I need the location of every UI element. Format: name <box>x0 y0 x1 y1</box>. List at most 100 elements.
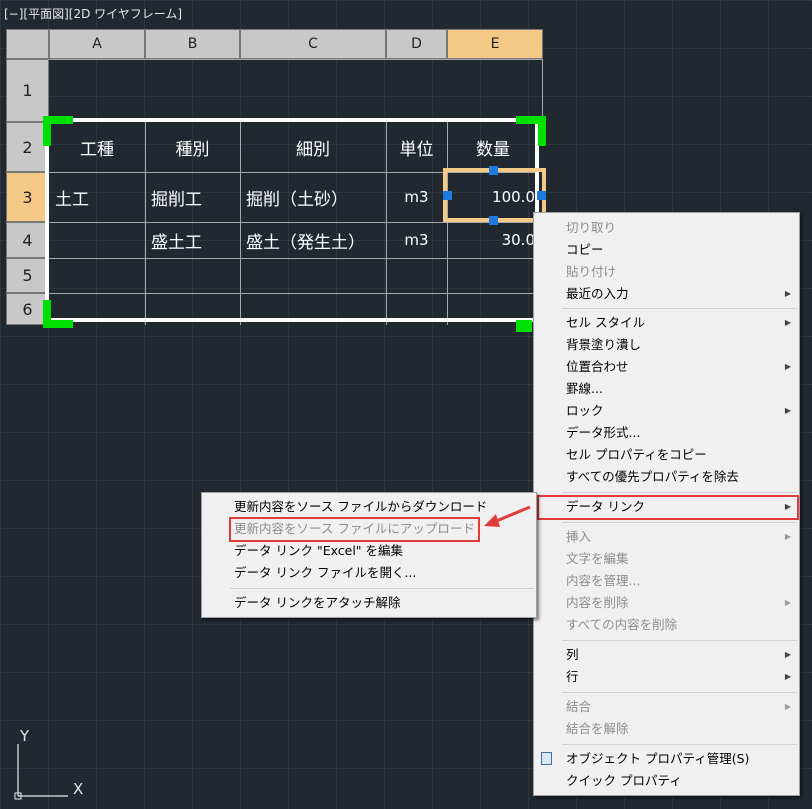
column-header-b[interactable]: B <box>145 29 240 59</box>
menu-separator <box>562 492 797 493</box>
table-cell[interactable] <box>55 222 145 258</box>
table-grip-bottom-right[interactable] <box>516 320 532 332</box>
context-menu-item-14[interactable]: 文字を編集 <box>534 548 799 570</box>
table-cell[interactable]: m3 <box>386 222 447 258</box>
context-menu-item-17[interactable]: すべての内容を削除 <box>534 614 799 636</box>
cell-grip-right[interactable] <box>537 191 546 200</box>
sheet-corner <box>6 29 49 59</box>
menu-item-label: データ リンク ファイルを開く... <box>234 565 417 580</box>
menu-item-label: データ リンク <box>566 499 645 514</box>
menu-item-label: 更新内容をソース ファイルにアップロード <box>234 521 475 536</box>
ucs-y-label: Y <box>20 727 30 745</box>
context-menu-item-4[interactable]: セル スタイル ▶ <box>534 312 799 334</box>
context-menu-item-16[interactable]: 内容を削除 ▶ <box>534 592 799 614</box>
data-link-submenu-item-4[interactable]: データ リンクをアタッチ解除 <box>202 592 536 614</box>
menu-item-label: データ リンク "Excel" を編集 <box>234 543 404 558</box>
menu-separator <box>562 692 797 693</box>
context-menu-item-22[interactable]: オブジェクト プロパティ管理(S) <box>534 748 799 770</box>
cell-grip-left[interactable] <box>443 191 452 200</box>
data-link-submenu-item-2[interactable]: データ リンク "Excel" を編集 <box>202 540 536 562</box>
submenu-arrow-icon: ▶ <box>784 362 791 371</box>
menu-item-label: セル プロパティをコピー <box>566 447 707 462</box>
context-menu-item-15[interactable]: 内容を管理... <box>534 570 799 592</box>
context-menu-item-10[interactable]: セル プロパティをコピー <box>534 444 799 466</box>
submenu-arrow-icon: ▶ <box>784 650 791 659</box>
submenu-arrow-icon: ▶ <box>784 318 791 327</box>
context-menu-item-19[interactable]: 行 ▶ <box>534 666 799 688</box>
menu-item-label: データ形式... <box>566 425 641 440</box>
menu-item-label: オブジェクト プロパティ管理(S) <box>566 751 750 766</box>
column-header-d[interactable]: D <box>386 29 447 59</box>
context-menu-item-3[interactable]: 最近の入力 ▶ <box>534 283 799 305</box>
row-header-4[interactable]: 4 <box>6 222 49 258</box>
submenu-arrow-icon: ▶ <box>784 406 791 415</box>
context-menu-item-0[interactable]: 切り取り <box>534 217 799 239</box>
menu-item-label: セル スタイル <box>566 315 645 330</box>
menu-item-label: 背景塗り潰し <box>566 337 642 352</box>
row-header-1[interactable]: 1 <box>6 59 49 122</box>
menu-separator <box>230 588 534 589</box>
table-cell[interactable]: 掘削工 <box>151 172 240 222</box>
context-menu-item-12[interactable]: データ リンク ▶ <box>534 496 799 518</box>
submenu-arrow-icon: ▶ <box>784 289 791 298</box>
table-cell[interactable]: 掘削（土砂） <box>246 172 386 222</box>
submenu-arrow-icon: ▶ <box>784 502 791 511</box>
context-menu: 切り取りコピー貼り付け最近の入力 ▶ セル スタイル ▶ 背景塗り潰し 位置合わせ ▶ 罫線.… <box>533 212 800 796</box>
menu-item-label: コピー <box>566 242 604 257</box>
context-menu-item-20[interactable]: 結合 ▶ <box>534 696 799 718</box>
menu-item-label: 内容を削除 <box>566 595 629 610</box>
column-header-e[interactable]: E <box>447 29 543 59</box>
column-header-a[interactable]: A <box>49 29 145 59</box>
context-menu-item-13[interactable]: 挿入 ▶ <box>534 526 799 548</box>
menu-separator <box>562 744 797 745</box>
table-header-cell[interactable]: 細別 <box>240 122 386 172</box>
data-link-submenu-item-3[interactable]: データ リンク ファイルを開く... <box>202 562 536 584</box>
cell-grip-bottom[interactable] <box>489 216 498 225</box>
menu-item-label: 内容を管理... <box>566 573 641 588</box>
menu-item-label: 最近の入力 <box>566 286 629 301</box>
table-header-cell[interactable]: 工種 <box>49 122 145 172</box>
table-header-cell[interactable]: 数量 <box>447 122 539 172</box>
viewport-label[interactable]: [−][平面図][2D ワイヤフレーム] <box>4 5 182 22</box>
context-menu-item-5[interactable]: 背景塗り潰し <box>534 334 799 356</box>
menu-item-label: 罫線... <box>566 381 603 396</box>
selected-cell-highlight[interactable] <box>443 168 546 222</box>
column-header-c[interactable]: C <box>240 29 386 59</box>
table-cell[interactable]: 盛土（発生土） <box>246 222 386 258</box>
context-menu-item-21[interactable]: 結合を解除 <box>534 718 799 740</box>
table-cell[interactable]: m3 <box>386 172 447 222</box>
menu-separator <box>562 308 797 309</box>
menu-item-label: すべての優先プロパティを除去 <box>566 469 739 484</box>
table-header-cell[interactable]: 種別 <box>145 122 240 172</box>
row1-top-line <box>49 59 543 60</box>
submenu-arrow-icon: ▶ <box>784 532 791 541</box>
menu-item-label: 行 <box>566 669 579 684</box>
table-cell[interactable]: 30.0 <box>447 222 535 258</box>
table-header-cell[interactable]: 単位 <box>386 122 447 172</box>
context-menu-item-1[interactable]: コピー <box>534 239 799 261</box>
menu-item-label: すべての内容を削除 <box>566 617 678 632</box>
context-menu-item-23[interactable]: クイック プロパティ <box>534 770 799 792</box>
ucs-x-label: X <box>73 780 84 798</box>
context-menu-item-18[interactable]: 列 ▶ <box>534 644 799 666</box>
menu-item-label: 位置合わせ <box>566 359 629 374</box>
menu-item-label: データ リンクをアタッチ解除 <box>234 595 401 610</box>
properties-icon <box>541 752 552 765</box>
cell-grip-top[interactable] <box>489 166 498 175</box>
menu-item-label: 切り取り <box>566 220 617 235</box>
row-header-5[interactable]: 5 <box>6 258 49 293</box>
table-cell[interactable]: 盛土工 <box>151 222 240 258</box>
context-menu-item-9[interactable]: データ形式... <box>534 422 799 444</box>
menu-item-label: ロック <box>566 403 604 418</box>
context-menu-item-2[interactable]: 貼り付け <box>534 261 799 283</box>
table-grip-top-right[interactable] <box>538 116 546 146</box>
menu-item-label: 更新内容をソース ファイルからダウンロード <box>234 499 488 514</box>
table-grip-top-left[interactable] <box>43 116 51 146</box>
context-menu-item-6[interactable]: 位置合わせ ▶ <box>534 356 799 378</box>
table-cell[interactable]: 土工 <box>55 172 145 222</box>
context-menu-item-8[interactable]: ロック ▶ <box>534 400 799 422</box>
row-header-3[interactable]: 3 <box>6 172 49 222</box>
context-menu-item-11[interactable]: すべての優先プロパティを除去 <box>534 466 799 488</box>
table-grip-bottom-left[interactable] <box>43 300 51 328</box>
context-menu-item-7[interactable]: 罫線... <box>534 378 799 400</box>
